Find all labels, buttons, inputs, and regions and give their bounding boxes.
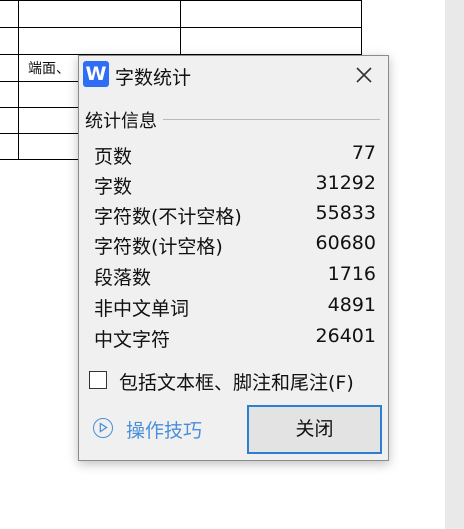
stat-value: 77 — [351, 142, 376, 164]
stat-row-pages: 页数 77 — [94, 140, 376, 170]
table-line — [0, 159, 78, 160]
table-line — [0, 0, 362, 1]
word-count-dialog: W 字数统计 统计信息 页数 77 字数 31292 字符数(不计空格) 558… — [78, 55, 389, 461]
table-cell-text: 端面、 — [28, 61, 70, 77]
table-line — [0, 27, 362, 28]
vertical-scrollbar[interactable] — [445, 0, 464, 529]
include-textbox-footnote-checkbox[interactable] — [89, 371, 107, 389]
section-label: 统计信息 — [85, 107, 163, 133]
stat-label: 中文字符 — [94, 329, 171, 351]
stat-value: 4891 — [327, 294, 376, 316]
stat-label: 字符数(计空格) — [94, 236, 223, 258]
close-button[interactable]: 关闭 — [247, 405, 382, 454]
stat-label: 段落数 — [94, 267, 152, 289]
stat-row-paragraphs: 段落数 1716 — [94, 261, 376, 291]
stat-label: 非中文单词 — [94, 298, 190, 320]
table-line — [361, 0, 362, 55]
stat-value: 26401 — [315, 325, 376, 347]
stat-value: 1716 — [327, 263, 376, 285]
table-line — [0, 133, 78, 134]
stat-row-chinese-chars: 中文字符 26401 — [94, 323, 376, 353]
wps-writer-app-icon: W — [83, 61, 109, 87]
dialog-title-bar[interactable]: W 字数统计 — [79, 56, 388, 97]
table-line — [18, 0, 19, 160]
stat-label: 字数 — [94, 176, 133, 198]
table-line — [180, 0, 181, 55]
tips-link[interactable]: 操作技巧 — [126, 416, 202, 443]
stat-label: 字符数(不计空格) — [94, 206, 242, 228]
play-circle-icon[interactable] — [93, 418, 113, 438]
stat-row-non-chinese-words: 非中文单词 4891 — [94, 292, 376, 322]
table-line — [0, 81, 78, 82]
table-line — [0, 107, 78, 108]
stat-row-chars-with-spaces: 字符数(计空格) 60680 — [94, 230, 376, 260]
stat-label: 页数 — [94, 146, 133, 168]
stat-value: 55833 — [315, 202, 376, 224]
close-icon[interactable] — [354, 65, 374, 85]
stat-row-words: 字数 31292 — [94, 170, 376, 200]
dialog-title: 字数统计 — [115, 67, 192, 89]
include-textbox-footnote-label[interactable]: 包括文本框、脚注和尾注(F) — [119, 368, 354, 395]
stat-row-chars-no-spaces: 字符数(不计空格) 55833 — [94, 200, 376, 230]
stat-value: 31292 — [315, 172, 376, 194]
stat-value: 60680 — [315, 232, 376, 254]
